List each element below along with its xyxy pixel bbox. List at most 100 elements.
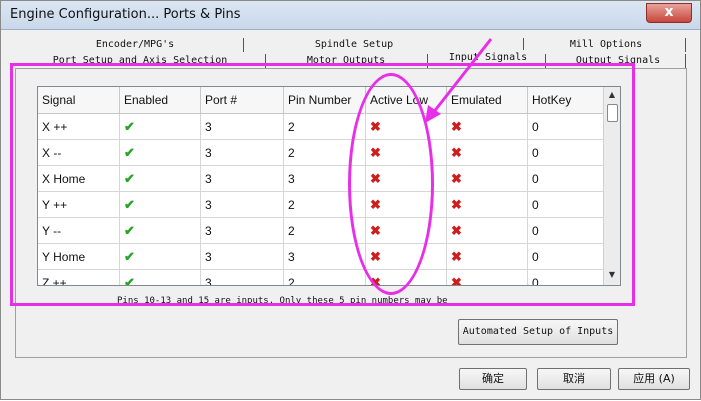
hotkey-cell[interactable]: 0 [527, 191, 610, 218]
table-row[interactable]: X Home ✔ 3 3 ✖ ✖ 0 [38, 165, 610, 192]
signal-cell[interactable]: Z ++ [38, 269, 120, 285]
hotkey-cell[interactable]: 0 [527, 243, 610, 270]
col-header-signal[interactable]: Signal [38, 87, 120, 114]
emulated-cell[interactable]: ✖ [446, 243, 528, 270]
active-low-cell[interactable]: ✖ [365, 217, 447, 244]
red-x-icon[interactable]: ✖ [451, 145, 462, 160]
enabled-cell[interactable]: ✔ [119, 217, 201, 244]
port-cell[interactable]: 3 [200, 113, 284, 140]
title-bar[interactable]: Engine Configuration... Ports & Pins x [1, 1, 700, 30]
active-low-cell[interactable]: ✖ [365, 269, 447, 286]
ok-button[interactable]: 确定 [459, 368, 527, 390]
active-low-cell[interactable]: ✖ [365, 113, 447, 140]
tab-port-setup[interactable]: Port Setup and Axis Selection [15, 53, 265, 69]
col-header-pin-number[interactable]: Pin Number [283, 87, 366, 114]
enabled-cell[interactable]: ✔ [119, 139, 201, 166]
tab-motor-outputs[interactable]: Motor Outputs [271, 53, 421, 69]
red-x-icon[interactable]: ✖ [370, 145, 381, 160]
scroll-thumb[interactable] [607, 104, 618, 122]
active-low-cell[interactable]: ✖ [365, 165, 447, 192]
port-cell[interactable]: 3 [200, 191, 284, 218]
scroll-up-icon[interactable]: ▲ [606, 90, 618, 102]
checkmark-icon[interactable]: ✔ [124, 275, 135, 286]
signal-cell[interactable]: Y Home [38, 243, 120, 270]
pin-cell[interactable]: 2 [283, 191, 366, 218]
red-x-icon[interactable]: ✖ [370, 119, 381, 134]
hotkey-cell[interactable]: 0 [527, 113, 610, 140]
cancel-button[interactable]: 取消 [537, 368, 611, 390]
pin-cell[interactable]: 2 [283, 217, 366, 244]
emulated-cell[interactable]: ✖ [446, 191, 528, 218]
vertical-scrollbar[interactable]: ▲ ▼ [603, 87, 620, 285]
signal-cell[interactable]: Y -- [38, 217, 120, 244]
pin-cell[interactable]: 2 [283, 113, 366, 140]
port-cell[interactable]: 3 [200, 217, 284, 244]
table-row[interactable]: X ++ ✔ 3 2 ✖ ✖ 0 [38, 113, 610, 140]
apply-button[interactable]: 应用 (A) [618, 368, 690, 390]
checkmark-icon[interactable]: ✔ [124, 145, 135, 160]
active-low-cell[interactable]: ✖ [365, 191, 447, 218]
automated-setup-button[interactable]: Automated Setup of Inputs [458, 319, 618, 345]
port-cell[interactable]: 3 [200, 165, 284, 192]
emulated-cell[interactable]: ✖ [446, 139, 528, 166]
pin-cell[interactable]: 2 [283, 269, 366, 285]
checkmark-icon[interactable]: ✔ [124, 119, 135, 134]
tab-encoder-mpg[interactable]: Encoder/MPG's [25, 37, 245, 53]
enabled-cell[interactable]: ✔ [119, 191, 201, 218]
port-cell[interactable]: 3 [200, 243, 284, 270]
red-x-icon[interactable]: ✖ [370, 275, 381, 286]
red-x-icon[interactable]: ✖ [451, 275, 462, 286]
port-cell[interactable]: 3 [200, 269, 284, 285]
port-cell[interactable]: 3 [200, 139, 284, 166]
hotkey-cell[interactable]: 0 [527, 165, 610, 192]
table-row[interactable]: Z ++ ✔ 3 2 ✖ ✖ 0 [38, 269, 610, 286]
col-header-active-low[interactable]: Active Low [365, 87, 447, 114]
red-x-icon[interactable]: ✖ [370, 197, 381, 212]
pin-cell[interactable]: 3 [283, 243, 366, 270]
red-x-icon[interactable]: ✖ [451, 119, 462, 134]
pin-cell[interactable]: 2 [283, 139, 366, 166]
enabled-cell[interactable]: ✔ [119, 113, 201, 140]
enabled-cell[interactable]: ✔ [119, 269, 201, 286]
signal-cell[interactable]: X Home [38, 165, 120, 192]
table-row[interactable]: X -- ✔ 3 2 ✖ ✖ 0 [38, 139, 610, 166]
checkmark-icon[interactable]: ✔ [124, 249, 135, 264]
active-low-cell[interactable]: ✖ [365, 243, 447, 270]
close-button[interactable]: x [646, 3, 692, 23]
hotkey-cell[interactable]: 0 [527, 139, 610, 166]
hotkey-cell[interactable]: 0 [527, 217, 610, 244]
checkmark-icon[interactable]: ✔ [124, 171, 135, 186]
scroll-down-icon[interactable]: ▼ [606, 270, 618, 282]
active-low-cell[interactable]: ✖ [365, 139, 447, 166]
signal-cell[interactable]: X -- [38, 139, 120, 166]
tab-output-signals[interactable]: Output Signals [551, 53, 685, 69]
enabled-cell[interactable]: ✔ [119, 243, 201, 270]
signals-grid[interactable]: Signal Enabled Port # Pin Number Active … [37, 86, 621, 286]
emulated-cell[interactable]: ✖ [446, 165, 528, 192]
tab-mill-options[interactable]: Mill Options [531, 37, 681, 53]
red-x-icon[interactable]: ✖ [370, 171, 381, 186]
signal-cell[interactable]: Y ++ [38, 191, 120, 218]
col-header-enabled[interactable]: Enabled [119, 87, 201, 114]
tab-spindle-setup[interactable]: Spindle Setup [251, 37, 457, 53]
red-x-icon[interactable]: ✖ [451, 197, 462, 212]
checkmark-icon[interactable]: ✔ [124, 197, 135, 212]
red-x-icon[interactable]: ✖ [370, 223, 381, 238]
checkmark-icon[interactable]: ✔ [124, 223, 135, 238]
red-x-icon[interactable]: ✖ [451, 249, 462, 264]
red-x-icon[interactable]: ✖ [370, 249, 381, 264]
emulated-cell[interactable]: ✖ [446, 269, 528, 286]
emulated-cell[interactable]: ✖ [446, 217, 528, 244]
signal-cell[interactable]: X ++ [38, 113, 120, 140]
tab-input-signals[interactable]: Input Signals [429, 50, 547, 66]
enabled-cell[interactable]: ✔ [119, 165, 201, 192]
red-x-icon[interactable]: ✖ [451, 171, 462, 186]
pin-cell[interactable]: 3 [283, 165, 366, 192]
col-header-emulated[interactable]: Emulated [446, 87, 528, 114]
col-header-hotkey[interactable]: HotKey [527, 87, 610, 114]
col-header-port[interactable]: Port # [200, 87, 284, 114]
red-x-icon[interactable]: ✖ [451, 223, 462, 238]
hotkey-cell[interactable]: 0 [527, 269, 610, 285]
emulated-cell[interactable]: ✖ [446, 113, 528, 140]
table-row[interactable]: Y -- ✔ 3 2 ✖ ✖ 0 [38, 217, 610, 244]
